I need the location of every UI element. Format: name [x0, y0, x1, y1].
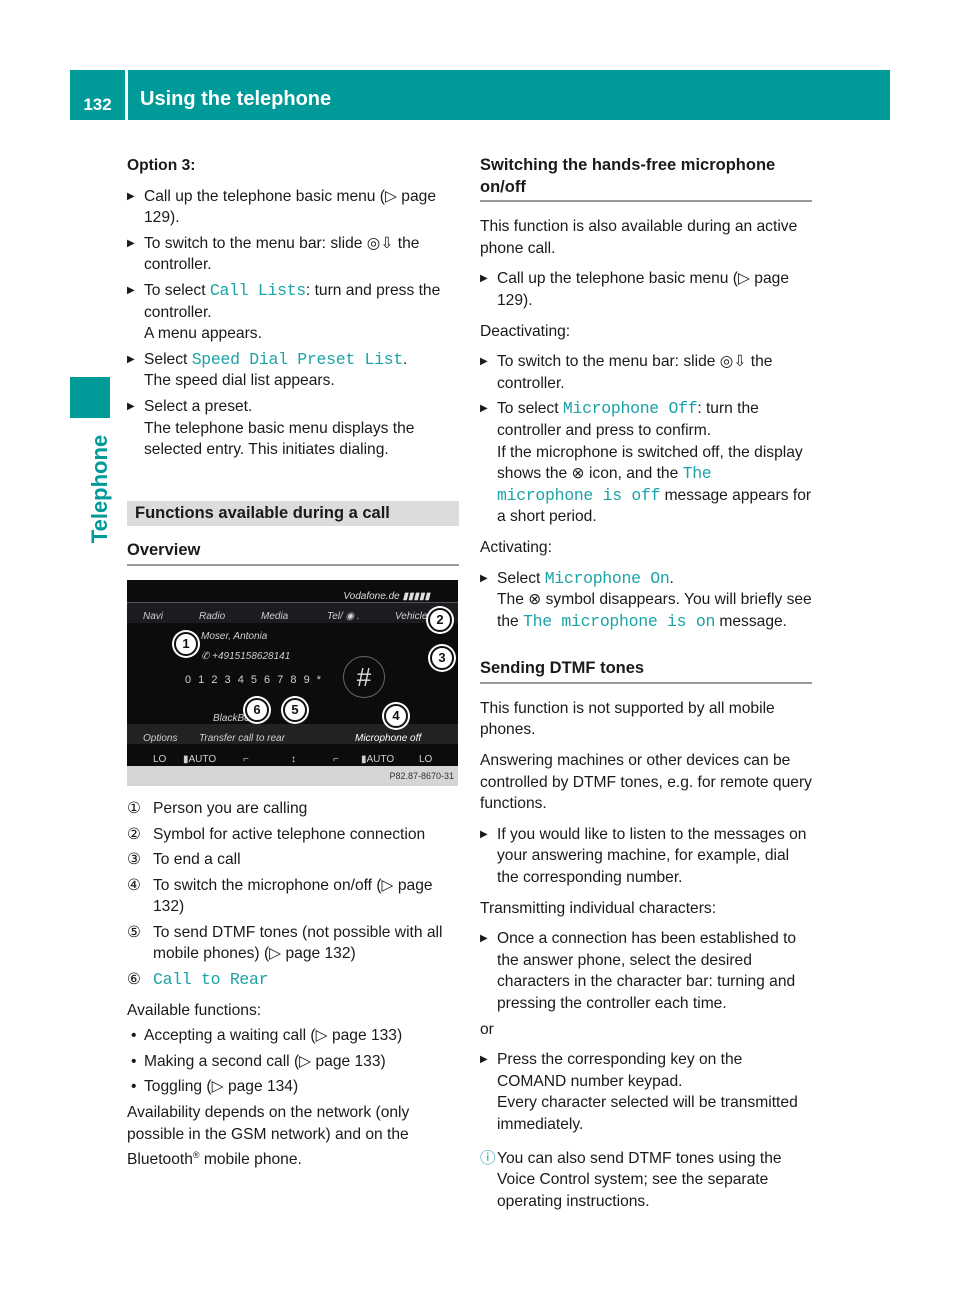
deactivating-label: Deactivating: — [480, 322, 571, 340]
callout-5: 5 — [283, 697, 307, 722]
figure-code: P82.87-8670-31 — [127, 765, 458, 786]
step: To select Call Lists: turn and press the… — [127, 280, 459, 345]
callout-1: 1 — [174, 631, 198, 656]
contact-name: Moser, Antonia — [201, 630, 268, 642]
menu-item: Vehicle — [395, 610, 428, 622]
page-number: 132 — [83, 95, 112, 114]
dtmf-paragraph: Answering machines or other devices can … — [480, 752, 812, 813]
step: If you would like to listen to the messa… — [480, 824, 812, 889]
info-icon: ⓘ — [480, 1149, 496, 1167]
activating-label: Activating: — [480, 538, 552, 556]
mic-off-icon: ⊗ — [571, 465, 585, 483]
or-label: or — [480, 1020, 494, 1038]
step: Once a connection has been established t… — [480, 928, 812, 1014]
display-screenshot: Vodafone.de ▮▮▮▮▮ Navi Radio Media Tel/ … — [127, 579, 458, 786]
mic-off-icon: ⊗ — [528, 591, 542, 609]
menu-item: Tel/ ◉ . — [327, 610, 360, 622]
dtmf-paragraph: This function is not supported by all mo… — [480, 699, 775, 739]
section-band: Functions available during a call — [127, 500, 459, 527]
step: Select a preset.The telephone basic menu… — [127, 396, 459, 461]
legend-item: ⑤ To send DTMF tones (not possible with a… — [127, 923, 443, 963]
transmitting-label: Transmitting individual characters: — [480, 899, 717, 917]
function-item: Toggling (▷ page 134) — [127, 1076, 459, 1098]
available-heading: Available functions: — [127, 1001, 262, 1019]
step: Press the corresponding key on the COMAN… — [480, 1049, 812, 1135]
menu-item: Media — [261, 610, 289, 622]
hash-key: # — [343, 655, 385, 698]
step: Call up the telephone basic menu (▷ page… — [480, 268, 812, 311]
legend-item: ② Symbol for active telephone connection — [127, 825, 426, 843]
legend-item: ③ To end a call — [127, 851, 241, 869]
side-tab-label: Telephone — [87, 434, 112, 544]
function-item: Making a second call (▷ page 133) — [127, 1051, 459, 1073]
callout-3: 3 — [430, 645, 454, 670]
options-item: Options — [143, 732, 178, 744]
function-item: Accepting a waiting call (▷ page 133) — [127, 1025, 459, 1047]
info-note: ⓘ You can also send DTMF tones using the … — [480, 1149, 782, 1210]
availability-note: Availability depends on the network (onl… — [127, 1104, 410, 1169]
microphone-off-item: Microphone off — [355, 732, 422, 744]
menu-term: Speed Dial Preset List — [191, 349, 404, 369]
right-column: Switching the hands-free microphone on/o… — [480, 155, 812, 1216]
menu-item: Radio — [199, 610, 226, 622]
digit-bar: 0 1 2 3 4 5 6 7 8 9 * — [185, 673, 324, 686]
step: To select Microphone Off: turn the contr… — [480, 398, 812, 528]
callout-2: 2 — [428, 607, 452, 632]
dtmf-heading: Sending DTMF tones — [480, 658, 812, 684]
legend-item: ⑥ Call to Rear — [127, 970, 269, 990]
mic-heading: Switching the hands-free microphone on/o… — [480, 155, 812, 203]
overview-heading: Overview — [127, 540, 459, 566]
option-heading: Option 3: — [127, 157, 196, 174]
step: Select Speed Dial Preset List.The speed … — [127, 349, 459, 392]
callout-6: 6 — [245, 697, 269, 722]
step: To switch to the menu bar: slide ◎⇩ the … — [480, 351, 812, 394]
callout-4: 4 — [384, 703, 408, 728]
header-divider — [125, 70, 128, 123]
transfer-item: Transfer call to rear — [199, 732, 285, 744]
contact-number: ✆ +4915158628141 — [201, 650, 291, 662]
legend-item: ④ To switch the microphone on/off (▷ page… — [127, 876, 433, 916]
step: Call up the telephone basic menu (▷ page… — [127, 186, 459, 229]
step: Select Microphone On.The ⊗ symbol disapp… — [480, 568, 812, 633]
left-column: Option 3: Call up the telephone basic me… — [127, 155, 459, 1180]
legend-item: ① Person you are calling — [127, 799, 308, 817]
mic-intro: This function is also available during a… — [480, 218, 798, 257]
menu-item: Navi — [143, 610, 164, 622]
menu-term: Call Lists — [209, 280, 306, 300]
step: To switch to the menu bar: slide ◎⇩ the … — [127, 233, 459, 276]
page-title: Using the telephone — [140, 88, 332, 110]
side-tab-marker — [70, 377, 110, 418]
